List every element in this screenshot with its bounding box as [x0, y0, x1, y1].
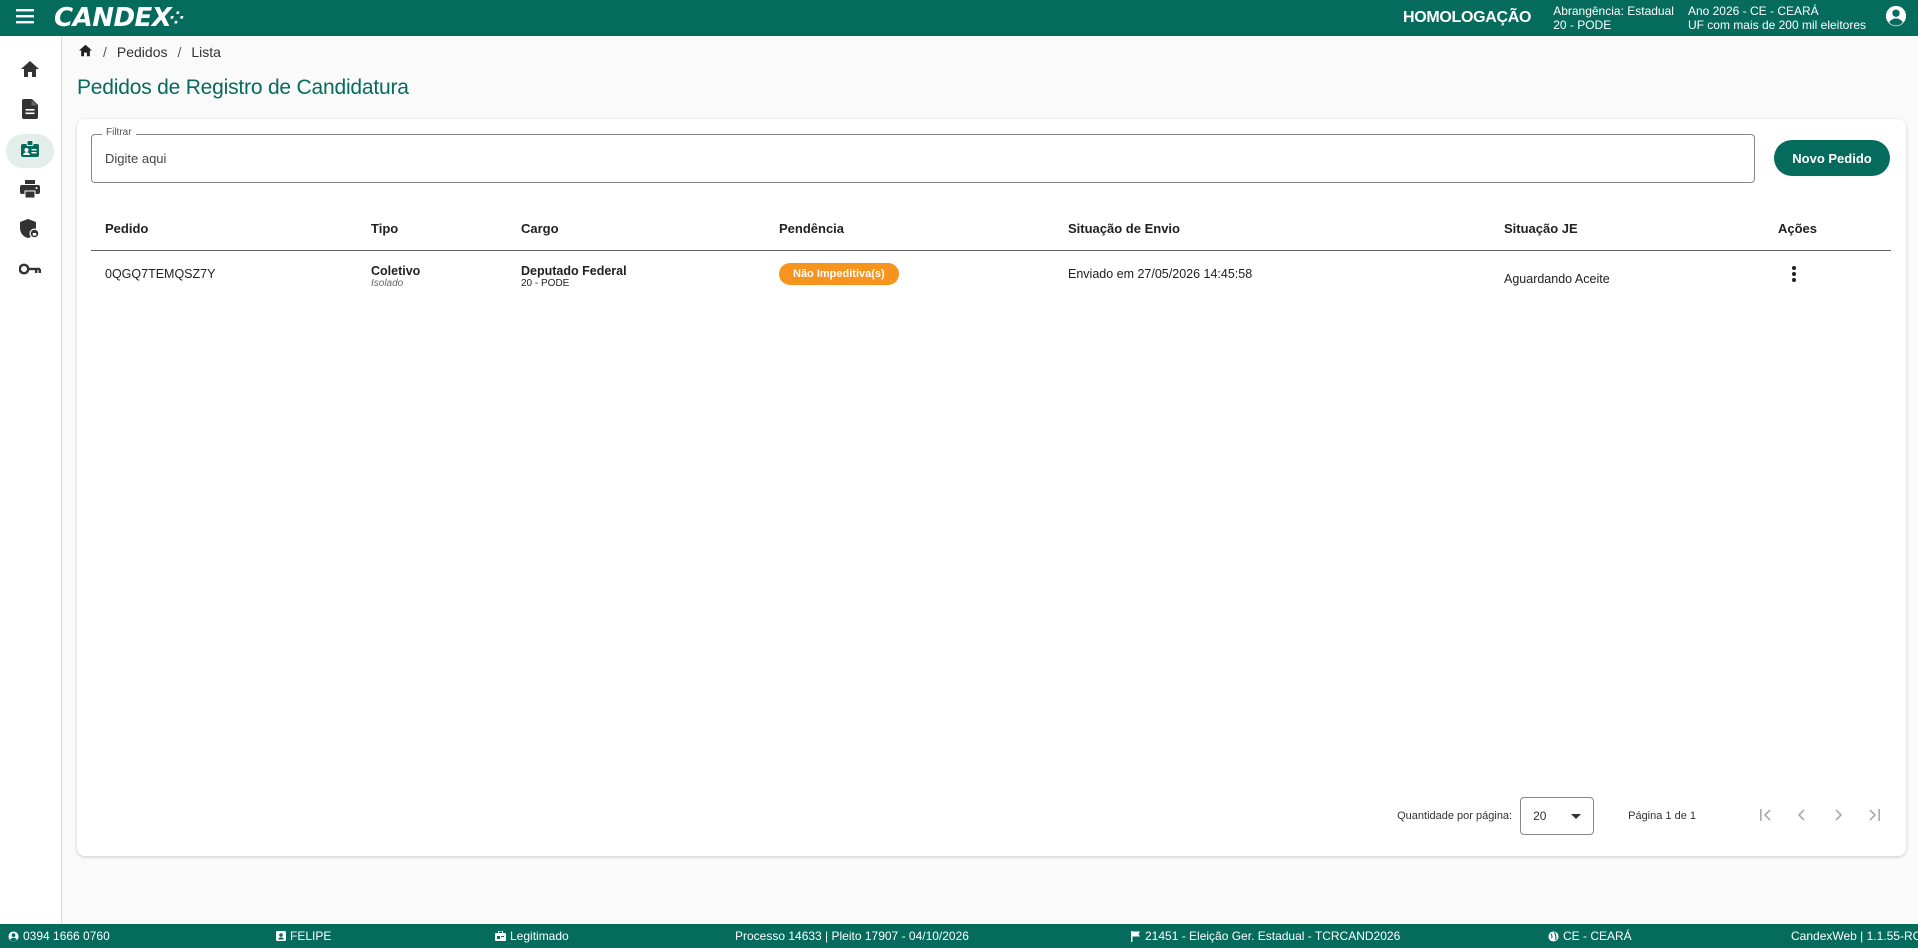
nav-print[interactable]: [6, 174, 54, 208]
flag-icon: [1131, 930, 1140, 942]
nav-documents[interactable]: [6, 94, 54, 128]
footer-election: 21451 - Eleição Ger. Estadual - TCRCAND2…: [1131, 929, 1400, 943]
account-circle-icon: [1885, 5, 1907, 32]
cell-pendencia: Não Impeditiva(s): [779, 263, 899, 285]
footer-region-text: CE - CEARÁ: [1563, 929, 1632, 943]
environment-label: HOMOLOGAÇÃO: [1402, 9, 1532, 26]
footer-user: FELIPE: [276, 929, 331, 943]
next-page-button[interactable]: [1820, 798, 1856, 834]
scope-line-1: Abrangência: Estadual: [1553, 4, 1674, 18]
per-page-select[interactable]: 20: [1520, 797, 1595, 835]
header-tipo: Tipo: [371, 221, 399, 236]
per-page-value: 20: [1533, 809, 1547, 823]
pendency-badge[interactable]: Não Impeditiva(s): [779, 263, 899, 285]
new-request-button[interactable]: Novo Pedido: [1774, 140, 1890, 176]
table-row[interactable]: 0QGQ7TEMQSZ7Y Coletivo Isolado Deputado …: [91, 251, 1891, 299]
header-cargo: Cargo: [521, 221, 559, 236]
account-button[interactable]: [1880, 2, 1912, 34]
year-line-2: UF com mais de 200 mil eleitores: [1687, 18, 1866, 32]
breadcrumb-lista: Lista: [191, 44, 221, 60]
cell-cargo: Deputado Federal 20 - PODE: [521, 264, 627, 289]
previous-page-button[interactable]: [1784, 798, 1820, 834]
header-situacao-je: Situação JE: [1504, 221, 1578, 236]
status-footer: 0394 1666 0760 FELIPE Legitimado Process…: [0, 924, 1918, 948]
filter-label: Filtrar: [102, 127, 136, 138]
more-vert-icon: [1791, 265, 1797, 286]
account-circle-icon: [8, 930, 19, 942]
filter-input[interactable]: [105, 151, 1705, 166]
footer-election-text: 21451 - Eleição Ger. Estadual - TCRCAND2…: [1145, 929, 1401, 943]
page-title: Pedidos de Registro de Candidatura: [77, 76, 409, 99]
last-page-icon: [1867, 808, 1881, 824]
page-info: Página 1 de 1: [1628, 810, 1696, 822]
header-pendencia: Pendência: [779, 221, 845, 236]
footer-status: Legitimado: [495, 929, 569, 943]
cargo-subvalue: 20 - PODE: [521, 278, 570, 289]
nav-access-keys[interactable]: [6, 254, 54, 288]
scope-line-2: 20 - PODE: [1553, 18, 1612, 32]
header-acoes: Ações: [1778, 221, 1818, 236]
contact-card-icon: [276, 931, 286, 941]
header-pedido: Pedido: [105, 221, 149, 236]
scope-info: Abrangência: Estadual 20 - PODE: [1553, 4, 1674, 32]
footer-version: CandexWeb | 1.1.55-RC: [1791, 929, 1918, 943]
key-icon: [18, 262, 41, 280]
per-page-label: Quantidade por página:: [1397, 810, 1513, 822]
chevron-left-icon: [1797, 808, 1807, 824]
candidate-badge-icon: [20, 139, 40, 163]
footer-user-text: FELIPE: [290, 929, 332, 943]
footer-phone-text: 0394 1666 0760: [23, 929, 110, 943]
home-icon: [20, 60, 40, 83]
footer-process: Processo 14633 | Pleito 17907 - 04/10/20…: [735, 929, 969, 943]
requests-table: Pedido Tipo Cargo Pendência Situação de …: [91, 205, 1891, 299]
requests-card: Filtrar Novo Pedido Pedido Tipo Cargo Pe…: [77, 119, 1906, 856]
dropdown-arrow-icon: [1571, 809, 1582, 823]
app-logo: CANDEX ⁘: [54, 3, 184, 33]
breadcrumb-pedidos[interactable]: Pedidos: [117, 44, 168, 60]
first-page-button[interactable]: [1748, 798, 1784, 834]
row-actions-button[interactable]: [1782, 263, 1806, 287]
nav-home[interactable]: [6, 54, 54, 88]
printer-icon: [20, 179, 40, 203]
cell-pedido: 0QGQ7TEMQSZ7Y: [105, 267, 216, 281]
nav-candidacy-requests[interactable]: [6, 134, 54, 168]
tipo-subvalue: Isolado: [371, 278, 404, 289]
hamburger-menu-icon: [16, 8, 36, 29]
last-page-button[interactable]: [1856, 798, 1892, 834]
nav-security[interactable]: [6, 214, 54, 248]
menu-button[interactable]: [8, 0, 44, 36]
briefcase-badge-icon: [495, 931, 506, 941]
cell-acoes: [1782, 263, 1806, 287]
breadcrumb-home-icon[interactable]: [78, 44, 93, 60]
footer-status-text: Legitimado: [510, 929, 569, 943]
cell-situacao-envio: Enviado em 27/05/2026 14:45:58: [1068, 267, 1253, 281]
cell-tipo: Coletivo Isolado: [371, 264, 420, 289]
shield-lock-icon: [20, 218, 40, 244]
globe-icon: [1548, 930, 1559, 942]
document-icon: [22, 98, 38, 124]
header-situacao-envio: Situação de Envio: [1068, 221, 1180, 236]
first-page-icon: [1759, 808, 1773, 824]
table-header: Pedido Tipo Cargo Pendência Situação de …: [91, 205, 1891, 251]
top-app-bar: CANDEX ⁘ HOMOLOGAÇÃO Abrangência: Estadua…: [0, 0, 1918, 36]
year-info: Ano 2026 - CE - CEARÁ UF com mais de 200…: [1688, 4, 1866, 32]
paginator: Quantidade por página: 20 Página 1 de 1: [1397, 797, 1892, 835]
cargo-value: Deputado Federal: [521, 264, 627, 278]
chevron-right-icon: [1833, 808, 1843, 824]
side-navigation: [0, 36, 62, 924]
footer-region: CE - CEARÁ: [1548, 929, 1632, 943]
breadcrumb: / Pedidos / Lista: [78, 44, 221, 60]
footer-phone: 0394 1666 0760: [8, 929, 110, 943]
tipo-value: Coletivo: [371, 264, 421, 278]
cell-situacao-je: Aguardando Aceite: [1504, 272, 1610, 286]
filter-field[interactable]: Filtrar: [91, 127, 1755, 183]
year-line-1: Ano 2026 - CE - CEARÁ: [1687, 4, 1819, 18]
